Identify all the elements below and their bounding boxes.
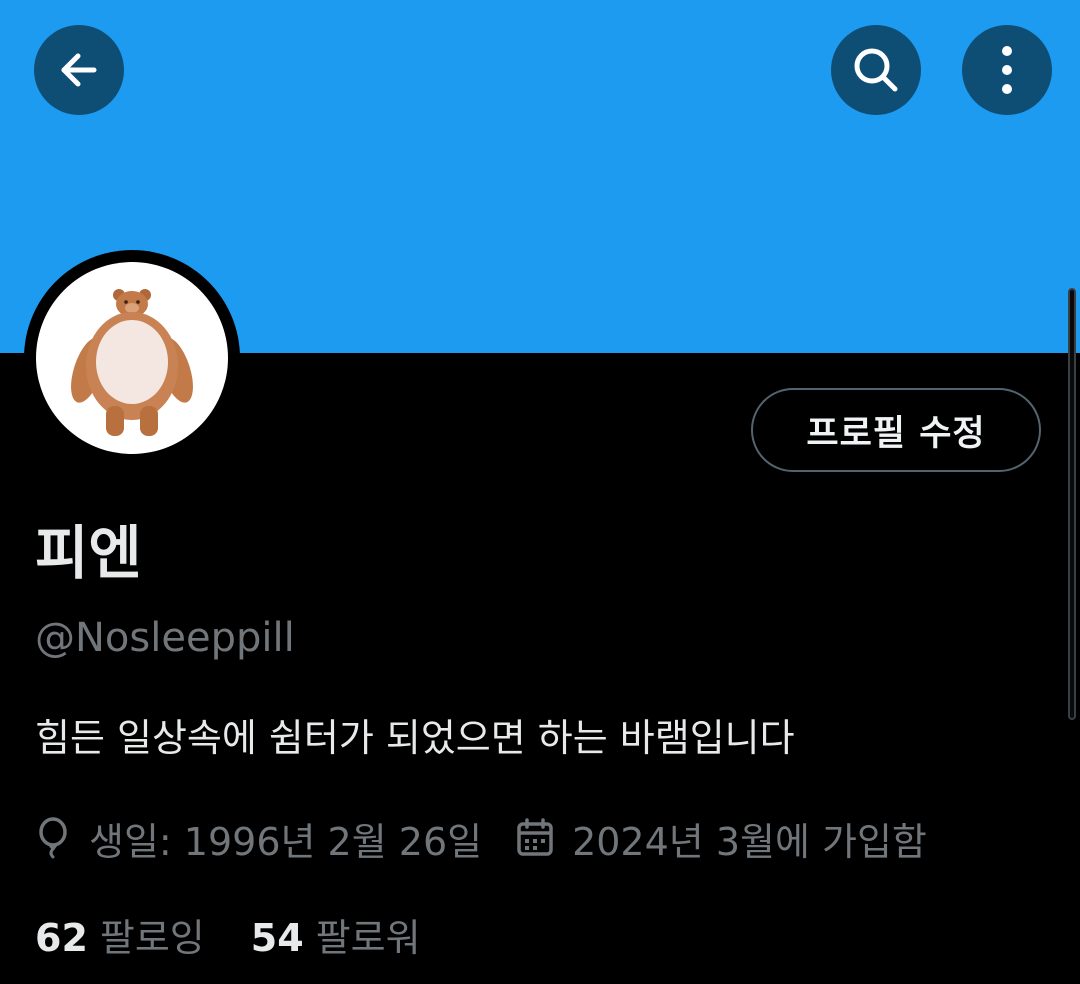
followers-count: 54	[250, 915, 304, 960]
back-button[interactable]	[34, 25, 124, 115]
following-count: 62	[35, 915, 88, 960]
profile-meta: 생일: 1996년 2월 26일 2024년 3월에 가입함	[35, 810, 927, 866]
calendar-icon	[516, 818, 554, 858]
following-label: 팔로잉	[99, 915, 205, 960]
username-handle: @Nosleeppill	[35, 615, 295, 661]
following-link[interactable]: 62 팔로잉	[35, 907, 205, 962]
balloon-icon	[35, 817, 71, 859]
scrollbar[interactable]	[1068, 288, 1076, 720]
joined-info: 2024년 3월에 가입함	[516, 811, 927, 866]
edit-profile-button[interactable]: 프로필 수정	[751, 388, 1041, 472]
search-button[interactable]	[831, 25, 921, 115]
more-vertical-icon	[997, 42, 1017, 98]
followers-link[interactable]: 54 팔로워	[251, 907, 421, 962]
birthday-text: 생일: 1996년 2월 26일	[89, 819, 483, 864]
more-options-button[interactable]	[962, 25, 1052, 115]
plush-bear-image	[71, 289, 193, 436]
follow-stats: 62 팔로잉 54 팔로워	[35, 906, 421, 962]
arrow-left-icon	[54, 45, 104, 95]
profile-bio: 힘든 일상속에 쉼터가 되었으면 하는 바램입니다	[35, 716, 795, 760]
search-icon	[848, 42, 904, 98]
display-name: 피엔	[35, 519, 142, 587]
avatar[interactable]	[36, 262, 228, 454]
birthday-info: 생일: 1996년 2월 26일	[35, 811, 482, 866]
followers-label: 팔로워	[315, 915, 421, 960]
joined-date-text: 2024년 3월에 가입함	[572, 819, 927, 864]
